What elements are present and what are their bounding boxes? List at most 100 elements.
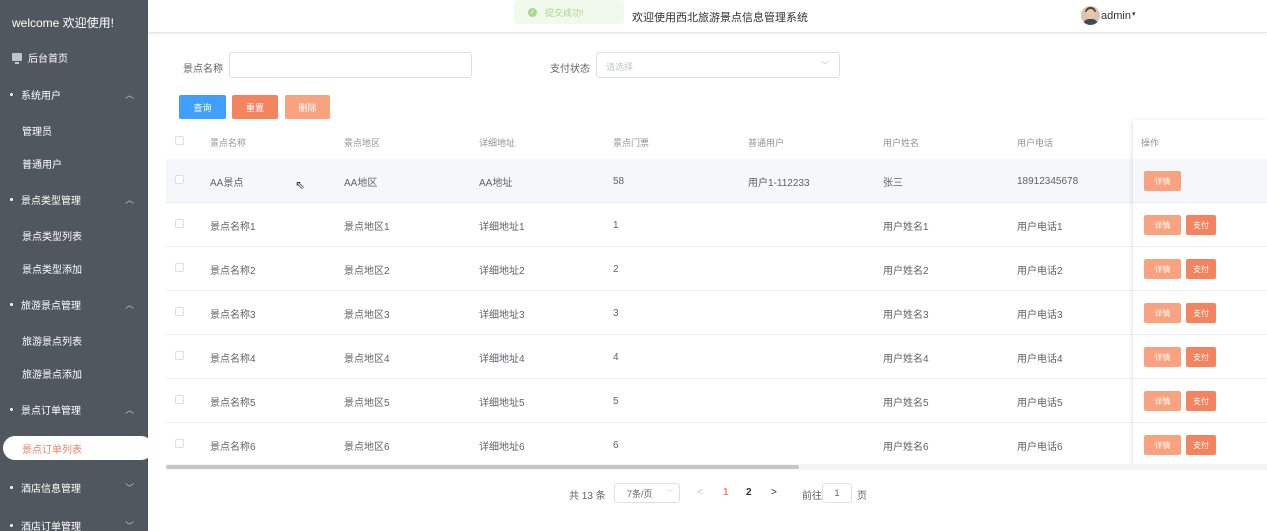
- cell-region: 景点地区2: [344, 265, 390, 277]
- cell-region: 景点地区4: [344, 353, 390, 365]
- table-row[interactable]: 景点名称2 景点地区2 详细地址2 2 用户姓名2 用户电话2 详情 支付: [166, 247, 1267, 291]
- sidebar-group-spot-types[interactable]: 景点类型管理 ︿: [0, 182, 148, 216]
- caret-down-icon[interactable]: ▾: [1132, 10, 1136, 18]
- row-checkbox[interactable]: [175, 263, 184, 272]
- sidebar-group-spot-orders[interactable]: 景点订单管理 ︿: [0, 392, 148, 426]
- column-header: 详细地址: [479, 137, 516, 148]
- column-header: 用户姓名: [883, 137, 920, 148]
- chevron-down-icon: ﹀: [821, 61, 829, 70]
- next-page-button[interactable]: >: [771, 487, 777, 498]
- sidebar-group-hotel-orders[interactable]: 酒店订单管理 ﹀: [0, 508, 148, 531]
- cell-address: AA地址: [479, 177, 513, 189]
- delete-button[interactable]: 删除: [285, 95, 330, 119]
- sidebar: welcome 欢迎使用! 后台首页 系统用户 ︿ 管理员 普通用户 景点类型管…: [0, 0, 148, 531]
- select-all-checkbox[interactable]: [175, 136, 184, 145]
- sidebar-group-label: 系统用户: [21, 90, 61, 102]
- cell-region: 景点地区5: [344, 397, 390, 409]
- cell-user-name: 用户姓名5: [883, 397, 929, 409]
- cell-spot-name: 景点名称5: [210, 397, 256, 409]
- sidebar-item-tour-spot-add[interactable]: 旅游景点添加: [0, 356, 148, 390]
- prev-page-button[interactable]: <: [697, 487, 703, 498]
- cell-spot-name: 景点名称3: [210, 309, 256, 321]
- user-menu-name[interactable]: admin: [1101, 10, 1131, 22]
- success-toast: ✓ 提交成功!: [514, 0, 624, 24]
- cell-region: 景点地区3: [344, 309, 390, 321]
- chevron-down-icon: ﹀: [124, 482, 134, 493]
- row-checkbox[interactable]: [175, 351, 184, 360]
- page-size-select[interactable]: 7条/页 ﹀: [614, 483, 680, 503]
- row-checkbox[interactable]: [175, 307, 184, 316]
- page-size-value: 7条/页: [627, 488, 653, 499]
- query-button[interactable]: 查询: [179, 95, 226, 119]
- pay-status-placeholder: 请选择: [606, 62, 634, 72]
- page-title: 欢迎使用西北旅游景点信息管理系统: [632, 12, 808, 24]
- reset-button[interactable]: 重置: [232, 95, 278, 119]
- chevron-down-icon: ﹀: [124, 520, 134, 531]
- table-row[interactable]: 景点名称5 景点地区5 详细地址5 5 用户姓名5 用户电话5 详情 支付: [166, 379, 1267, 423]
- table-row[interactable]: 景点名称1 景点地区1 详细地址1 1 用户姓名1 用户电话1 详情 支付: [166, 203, 1267, 247]
- sidebar-group-tour-spots[interactable]: 旅游景点管理 ︿: [0, 287, 148, 321]
- check-circle-icon: ✓: [528, 7, 537, 17]
- chevron-up-icon: ︿: [124, 404, 134, 415]
- cell-ticket: 1: [613, 219, 619, 231]
- spot-name-input[interactable]: [229, 52, 472, 78]
- sidebar-group-hotel-info[interactable]: 酒店信息管理 ﹀: [0, 470, 148, 504]
- cell-address: 详细地址4: [479, 353, 525, 365]
- cell-ticket: 5: [613, 395, 619, 407]
- sidebar-item-spot-type-add[interactable]: 景点类型添加: [0, 251, 148, 285]
- cell-user-phone: 用户电话4: [1017, 353, 1063, 365]
- sidebar-item-tour-spot-list[interactable]: 旅游景点列表: [0, 323, 148, 357]
- cell-user-phone: 用户电话3: [1017, 309, 1063, 321]
- row-checkbox[interactable]: [175, 175, 184, 184]
- goto-page-input[interactable]: 1: [822, 483, 852, 503]
- chevron-up-icon: ︿: [124, 89, 134, 100]
- cell-ticket: 3: [613, 307, 619, 319]
- cell-address: 详细地址3: [479, 309, 525, 321]
- horizontal-scrollbar-thumb[interactable]: [166, 465, 799, 469]
- pay-status-label: 支付状态: [550, 64, 590, 75]
- sidebar-group-label: 酒店信息管理: [21, 483, 81, 495]
- table-row[interactable]: 景点名称3 景点地区3 详细地址3 3 用户姓名3 用户电话3 详情 支付: [166, 291, 1267, 335]
- sidebar-welcome: welcome 欢迎使用!: [12, 16, 115, 30]
- bullet-icon: [10, 92, 13, 96]
- page-number[interactable]: 2: [746, 487, 752, 498]
- sidebar-item-home[interactable]: 后台首页: [0, 40, 148, 74]
- bullet-icon: [10, 485, 13, 489]
- row-checkbox[interactable]: [175, 395, 184, 404]
- cell-user-name: 用户姓名1: [883, 221, 929, 233]
- fixed-operation-column: [1133, 120, 1267, 467]
- sidebar-group-label: 旅游景点管理: [21, 300, 81, 312]
- sidebar-item-admins[interactable]: 管理员: [0, 113, 148, 147]
- chevron-down-icon: ﹀: [666, 490, 673, 497]
- column-header: 普通用户: [748, 137, 785, 148]
- cell-ticket: 58: [613, 175, 625, 187]
- cell-spot-name: 景点名称2: [210, 265, 256, 277]
- cell-ticket: 2: [613, 263, 619, 275]
- sidebar-item-normal-users[interactable]: 普通用户: [0, 146, 148, 180]
- cell-user-name: 用户姓名4: [883, 353, 929, 365]
- cell-region: 景点地区6: [344, 441, 390, 453]
- row-checkbox[interactable]: [175, 219, 184, 228]
- column-header: 景点名称: [210, 137, 247, 148]
- cell-normal-user: 用户1-112233: [748, 177, 810, 189]
- bullet-icon: [10, 523, 13, 527]
- cell-user-phone: 18912345678: [1017, 175, 1079, 187]
- cell-user-name: 用户姓名6: [883, 441, 929, 453]
- sidebar-item-spot-type-list[interactable]: 景点类型列表: [0, 218, 148, 252]
- cell-address: 详细地址6: [479, 441, 525, 453]
- pagination-total: 共 13 条: [569, 491, 606, 502]
- table-row[interactable]: 景点名称6 景点地区6 详细地址6 6 用户姓名6 用户电话6 详情 支付: [166, 423, 1267, 467]
- pay-status-select[interactable]: 请选择 ﹀: [596, 52, 840, 78]
- sidebar-group-system-users[interactable]: 系统用户 ︿: [0, 77, 148, 111]
- cell-user-phone: 用户电话1: [1017, 221, 1063, 233]
- goto-label: 前往: [802, 491, 822, 502]
- avatar[interactable]: [1081, 6, 1100, 25]
- bullet-icon: [10, 302, 13, 306]
- table-row[interactable]: AA景点 AA地区 AA地址 58 用户1-112233 张三 18912345…: [166, 159, 1267, 203]
- page-number-active[interactable]: 1: [723, 487, 729, 498]
- sidebar-item-spot-order-list[interactable]: 景点订单列表: [3, 436, 148, 460]
- cell-ticket: 6: [613, 439, 619, 451]
- table-row[interactable]: 景点名称4 景点地区4 详细地址4 4 用户姓名4 用户电话4 详情 支付: [166, 335, 1267, 379]
- cell-spot-name: 景点名称4: [210, 353, 256, 365]
- row-checkbox[interactable]: [175, 439, 184, 448]
